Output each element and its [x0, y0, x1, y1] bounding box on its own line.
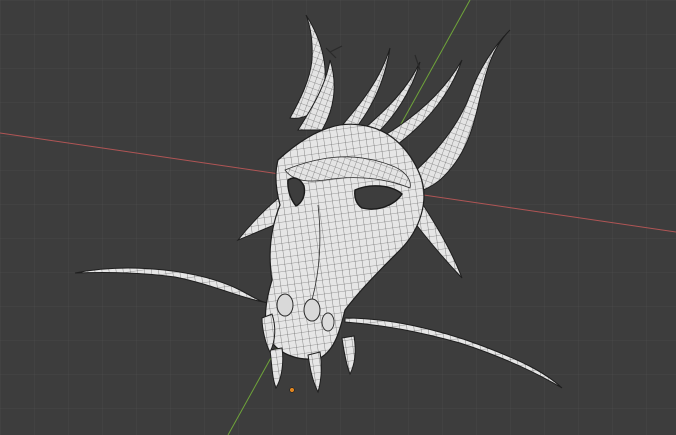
left-lower-spike[interactable]: [261, 313, 276, 354]
antenna-left: [325, 45, 343, 59]
right-whisker[interactable]: [344, 317, 563, 389]
fang-right[interactable]: [341, 335, 356, 376]
left-nostril: [276, 293, 294, 317]
viewport-scene[interactable]: [0, 0, 676, 435]
right-nostril: [303, 298, 321, 322]
3d-viewport[interactable]: [0, 0, 676, 435]
fang-center[interactable]: [307, 351, 322, 394]
left-whisker[interactable]: [74, 267, 271, 304]
object-origin-point[interactable]: [289, 387, 295, 393]
fang-left[interactable]: [269, 347, 284, 390]
left-jaw-lump: [321, 312, 335, 332]
